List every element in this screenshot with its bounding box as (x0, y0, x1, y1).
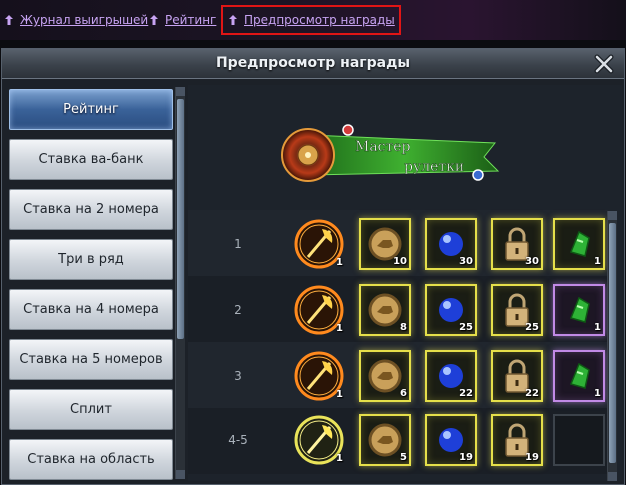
heart-arrow-icon (150, 15, 158, 25)
item-count: 1 (336, 453, 343, 464)
reward-item[interactable]: 1 (553, 284, 605, 336)
reward-item[interactable]: 25 (491, 284, 543, 336)
item-count: 10 (393, 256, 407, 267)
item-count: 5 (400, 452, 407, 463)
reward-preview-window: Предпросмотр награды Рейтинг Ставка ва-б… (1, 48, 625, 485)
empty-reward-slot (553, 414, 605, 466)
scroll-thumb[interactable] (177, 99, 184, 339)
item-count: 25 (525, 322, 539, 333)
item-count: 1 (594, 388, 601, 399)
reward-item[interactable]: 1 (292, 413, 346, 467)
item-count: 19 (525, 452, 539, 463)
reward-preview-link[interactable]: Предпросмотр награды (221, 5, 401, 35)
window-titlebar: Предпросмотр награды (2, 49, 624, 79)
item-count: 22 (525, 388, 539, 399)
reward-item[interactable]: 25 (425, 284, 477, 336)
banner-line-1: Мастер (355, 139, 411, 155)
rating-link-label: Рейтинг (165, 13, 217, 27)
heart-arrow-icon (229, 15, 237, 25)
item-count: 30 (525, 256, 539, 267)
reward-item[interactable]: 10 (359, 218, 411, 270)
reward-item[interactable]: 19 (425, 414, 477, 466)
reward-preview-link-label: Предпросмотр награды (244, 13, 395, 27)
scroll-down-arrow[interactable] (176, 470, 185, 479)
reward-item[interactable]: 5 (359, 414, 411, 466)
reward-item[interactable]: 22 (425, 350, 477, 402)
scroll-up-arrow[interactable] (176, 87, 185, 96)
item-count: 22 (459, 388, 473, 399)
reward-item[interactable]: 1 (553, 218, 605, 270)
rank-label: 4-5 (228, 433, 248, 447)
reward-item[interactable]: 1 (292, 283, 346, 337)
rating-link[interactable]: Рейтинг (148, 11, 216, 29)
item-count: 1 (594, 322, 601, 333)
reward-item[interactable]: 6 (359, 350, 411, 402)
tab-all-in-bet[interactable]: Ставка ва-банк (9, 139, 173, 180)
rank-label: 1 (234, 237, 242, 251)
reward-item[interactable]: 19 (491, 414, 543, 466)
rank-label: 2 (234, 303, 242, 317)
close-x-icon[interactable] (592, 52, 616, 76)
win-journal-link[interactable]: Журнал выигрышей (3, 11, 148, 29)
item-count: 1 (336, 389, 343, 400)
item-count: 19 (459, 452, 473, 463)
scroll-down-arrow[interactable] (608, 472, 617, 481)
reward-item[interactable]: 1 (292, 217, 346, 271)
reward-item[interactable]: 22 (491, 350, 543, 402)
top-link-bar: Журнал выигрышей Рейтинг Предпросмотр на… (0, 0, 626, 40)
reward-item[interactable]: 30 (425, 218, 477, 270)
item-count: 30 (459, 256, 473, 267)
roulette-wheel-icon (281, 128, 335, 182)
tab-two-numbers-bet[interactable]: Ставка на 2 номера (9, 189, 173, 230)
tab-four-numbers-bet[interactable]: Ставка на 4 номера (9, 289, 173, 330)
reward-panel: Мастер рулетки 1 2 3 4-5 1 10 30 30 1 1 … (188, 85, 622, 481)
heart-arrow-icon (5, 15, 13, 25)
category-scrollbar[interactable] (175, 87, 185, 479)
roulette-master-banner: Мастер рулетки (281, 124, 500, 182)
tab-area-bet[interactable]: Ставка на область (9, 439, 173, 480)
tab-split[interactable]: Сплит (9, 389, 173, 430)
rank-label: 3 (234, 369, 242, 383)
item-count: 8 (400, 322, 407, 333)
category-list: Рейтинг Ставка ва-банк Ставка на 2 номер… (6, 85, 186, 481)
reward-item[interactable]: 1 (292, 349, 346, 403)
reward-scrollbar[interactable] (607, 211, 617, 481)
reward-item[interactable]: 1 (553, 350, 605, 402)
item-count: 1 (594, 256, 601, 267)
item-count: 1 (336, 323, 343, 334)
item-count: 1 (336, 257, 343, 268)
scroll-thumb[interactable] (609, 223, 616, 463)
item-count: 25 (459, 322, 473, 333)
item-count: 6 (400, 388, 407, 399)
banner-line-2: рулетки (404, 159, 464, 175)
reward-item[interactable]: 8 (359, 284, 411, 336)
window-title: Предпросмотр награды (215, 55, 411, 71)
tab-rating[interactable]: Рейтинг (9, 89, 173, 130)
tab-five-numbers-bet[interactable]: Ставка на 5 номеров (9, 339, 173, 380)
reward-item[interactable]: 30 (491, 218, 543, 270)
win-journal-label: Журнал выигрышей (20, 13, 149, 27)
scroll-up-arrow[interactable] (608, 211, 617, 220)
tab-three-in-row[interactable]: Три в ряд (9, 239, 173, 280)
